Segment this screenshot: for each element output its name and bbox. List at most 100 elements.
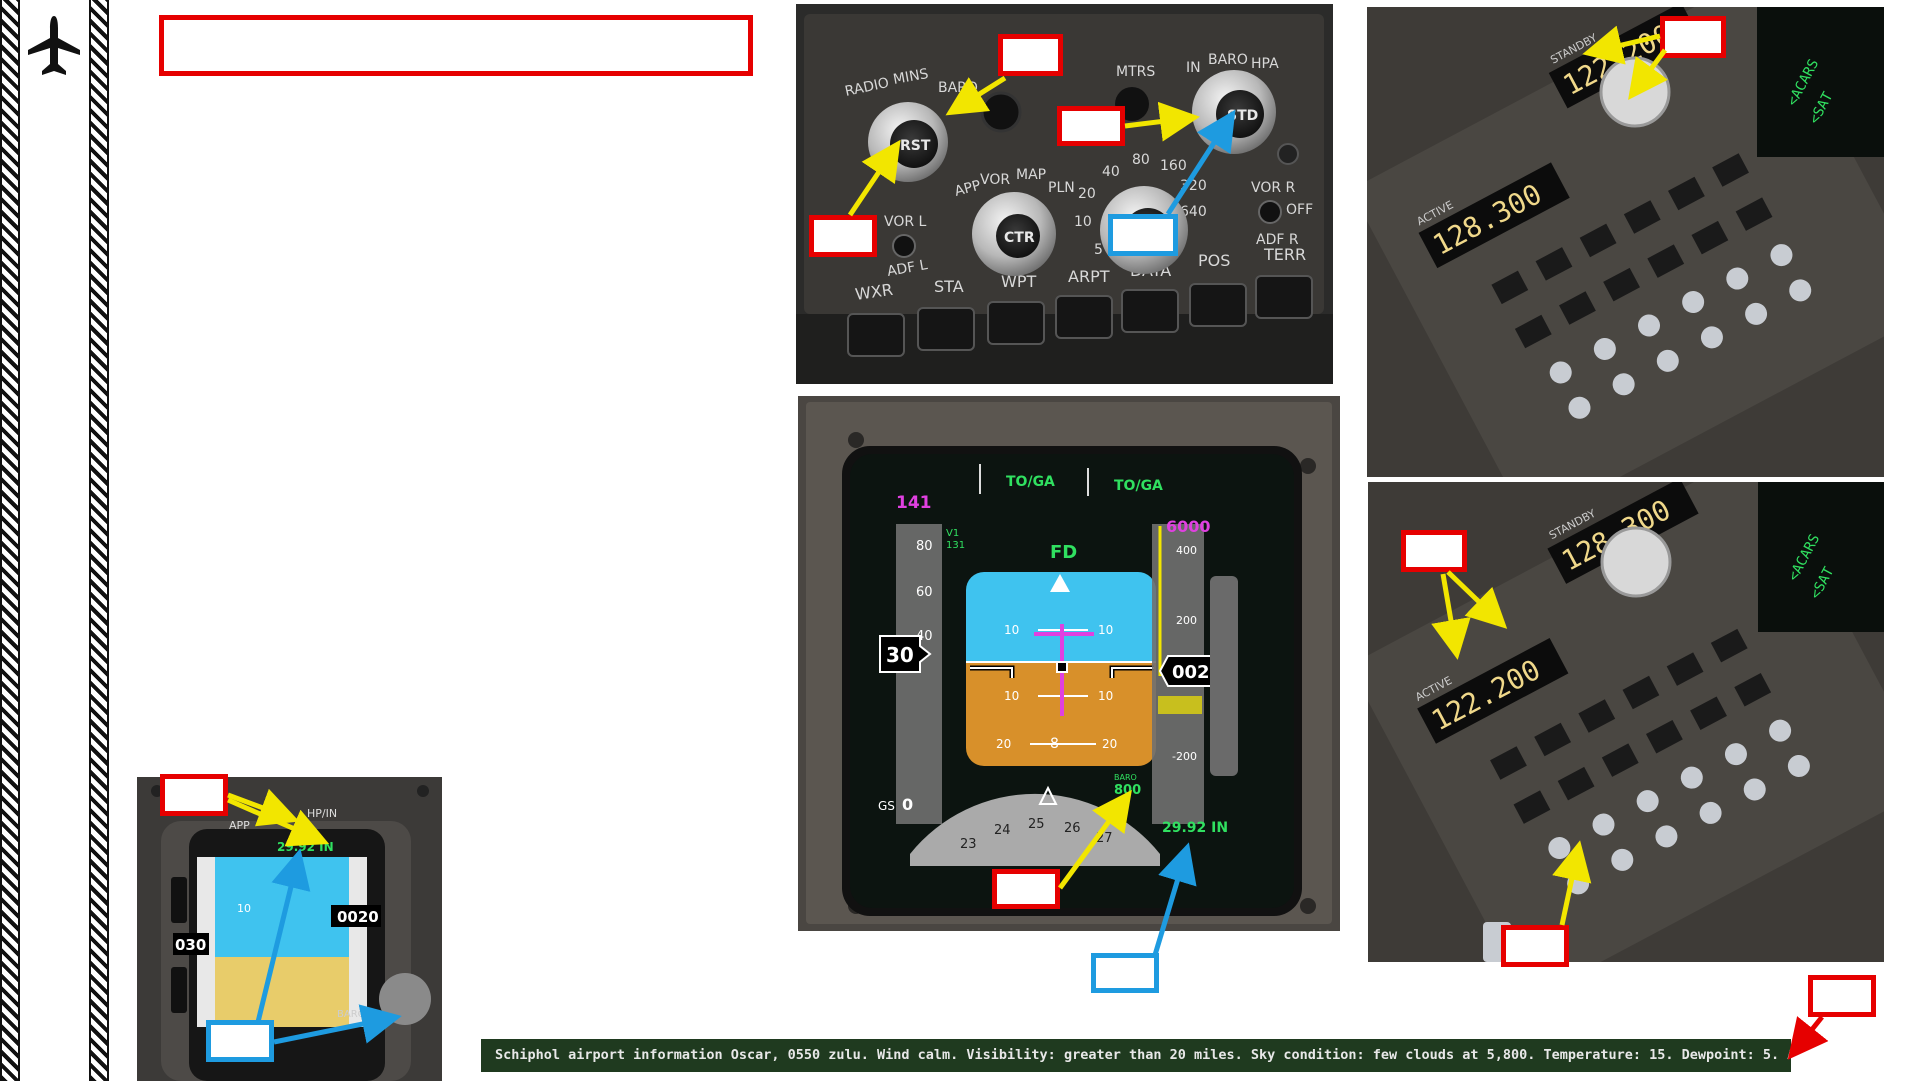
v1-value: 131 xyxy=(946,540,965,551)
alt-tick-200: 200 xyxy=(1176,614,1197,627)
label-sta: STA xyxy=(934,277,964,296)
wpt-button[interactable] xyxy=(987,301,1045,345)
altitude-bug-value: 6000 xyxy=(1166,517,1211,536)
atis-message-bar: Schiphol airport information Oscar, 0550… xyxy=(481,1039,1791,1072)
arrow-atis-altimeter xyxy=(1787,1015,1829,1060)
callout-baro-select xyxy=(998,34,1063,76)
label-in: IN xyxy=(1186,60,1201,76)
plus-button[interactable] xyxy=(171,877,187,923)
range-40: 40 xyxy=(1102,164,1120,180)
label-pln: PLN xyxy=(1048,180,1075,196)
baro-knob[interactable]: STD xyxy=(1192,70,1276,154)
heading-tick-27: 27 xyxy=(1096,831,1113,846)
groundspeed-label: GS xyxy=(878,799,895,813)
airplane-icon xyxy=(28,16,80,75)
label-vor-r: VOR R xyxy=(1251,180,1296,196)
callout-mins-knob xyxy=(809,215,877,257)
callout-active-standby xyxy=(1401,530,1467,572)
right-rail-hatch xyxy=(89,0,109,1081)
panel-screw-icon xyxy=(1277,143,1299,165)
std-button-label: STD xyxy=(1227,108,1258,124)
speed-readout: 30 xyxy=(886,643,914,667)
range-80: 80 xyxy=(1132,152,1150,168)
vor-r-switch[interactable] xyxy=(1258,200,1282,224)
range-5: 5 xyxy=(1094,242,1103,258)
vertical-speed-indicator xyxy=(1210,576,1238,776)
vor-l-switch[interactable] xyxy=(892,234,916,258)
baro-minimums-label: BARO xyxy=(1114,773,1137,782)
atis-text: Schiphol airport information Oscar, 0550… xyxy=(495,1047,1791,1063)
callout-hpin-button xyxy=(160,774,228,816)
pfd-photo: 10 10 10 10 20 20 8 FD TO/GA TO/GA 80 60… xyxy=(798,396,1340,931)
title-callout-box xyxy=(159,15,753,76)
pitch-label-10-lower-right: 10 xyxy=(1098,689,1113,703)
callout-std-button xyxy=(1108,214,1178,256)
pitch-label-20-right: 20 xyxy=(1102,737,1117,751)
nd-mode-knob[interactable]: CTR xyxy=(972,192,1056,276)
baro-knob-label: BARO xyxy=(337,1009,366,1020)
speed-tick-80: 80 xyxy=(916,539,933,554)
label-baro: BARO xyxy=(938,80,978,96)
v1-label: V1 xyxy=(946,528,959,539)
heading-tick-24: 24 xyxy=(994,823,1011,838)
rst-button-label: RST xyxy=(900,138,931,154)
small-pfd-altitude: 0020 xyxy=(337,908,379,926)
groundspeed-value: 0 xyxy=(902,795,913,814)
ctr-button-label: CTR xyxy=(1004,230,1035,246)
left-rail-hatch xyxy=(0,0,20,1081)
label-vor: VOR xyxy=(980,172,1010,188)
baro-minimums-value: 800 xyxy=(1114,783,1141,798)
callout-baro-minimums xyxy=(992,869,1060,909)
alt-tick-400: 400 xyxy=(1176,544,1197,557)
hpin-button-label[interactable]: HP/IN xyxy=(307,807,337,820)
pitch-label-20-left: 20 xyxy=(996,737,1011,751)
small-pfd-altimeter: 29.92 IN xyxy=(277,840,334,854)
label-vor-l: VOR L xyxy=(884,214,927,230)
range-160: 160 xyxy=(1160,158,1187,174)
wxr-button[interactable] xyxy=(847,313,905,357)
heading-tick-26: 26 xyxy=(1064,821,1081,836)
tuning-knob-top[interactable] xyxy=(1599,56,1671,128)
app-button-label[interactable]: APP xyxy=(229,819,250,832)
callout-baro-knob xyxy=(1057,106,1125,146)
small-pfd-pitch-label: 10 xyxy=(237,902,251,915)
callout-atis-altimeter xyxy=(1808,975,1876,1017)
range-20: 20 xyxy=(1078,186,1096,202)
callout-transfer-switch xyxy=(1501,925,1569,967)
efis-control-panel-photo: RADIO MINS BARO MTRS IN BARO HPA APP VOR… xyxy=(796,4,1333,384)
range-10: 10 xyxy=(1074,214,1092,230)
alt-tick-minus-200: -200 xyxy=(1172,750,1197,763)
terr-button[interactable] xyxy=(1255,275,1313,319)
label-baro-2: BARO xyxy=(1208,52,1248,68)
pitch-label-10-upper-right: 10 xyxy=(1098,623,1113,637)
callout-baro-knob-small xyxy=(206,1020,274,1062)
pitch-label-10-upper-left: 10 xyxy=(1004,623,1019,637)
altimeter-setting: 29.92 IN xyxy=(1162,820,1228,836)
fd-annunciation: FD xyxy=(1050,542,1077,563)
radio-panel-photo-top: 128.300 ACTIVE 122.200 STANDBY <ACARS <S… xyxy=(1367,7,1884,477)
callout-altimeter-setting xyxy=(1091,953,1159,993)
sta-button[interactable] xyxy=(917,307,975,351)
pos-button[interactable] xyxy=(1189,283,1247,327)
bank-value: 8 xyxy=(1050,736,1059,752)
mode-annunciation-left: TO/GA xyxy=(1006,474,1055,490)
standby-pfd-photo: APP HP/IN 10 29.92 IN 030 0020 BARO xyxy=(137,777,442,1081)
minus-button[interactable] xyxy=(171,967,187,1013)
label-mtrs: MTRS xyxy=(1116,64,1155,80)
tuning-knob-bottom[interactable] xyxy=(1600,526,1672,598)
label-off: OFF xyxy=(1286,202,1313,218)
mins-knob[interactable]: RST xyxy=(868,102,948,182)
data-button[interactable] xyxy=(1121,289,1179,333)
label-arpt: ARPT xyxy=(1068,267,1110,286)
mode-annunciation-right: TO/GA xyxy=(1114,478,1163,494)
label-hpa: HPA xyxy=(1251,56,1279,72)
baro-select-knob[interactable] xyxy=(980,91,1022,133)
speed-tick-60: 60 xyxy=(916,585,933,600)
label-pos: POS xyxy=(1198,251,1230,270)
pitch-label-10-lower-left: 10 xyxy=(1004,689,1019,703)
speed-bug-value: 141 xyxy=(896,493,932,513)
baro-knob-small[interactable] xyxy=(379,973,431,1025)
small-pfd-speed: 030 xyxy=(175,936,206,954)
arpt-button[interactable] xyxy=(1055,295,1113,339)
heading-tick-25: 25 xyxy=(1028,817,1045,832)
